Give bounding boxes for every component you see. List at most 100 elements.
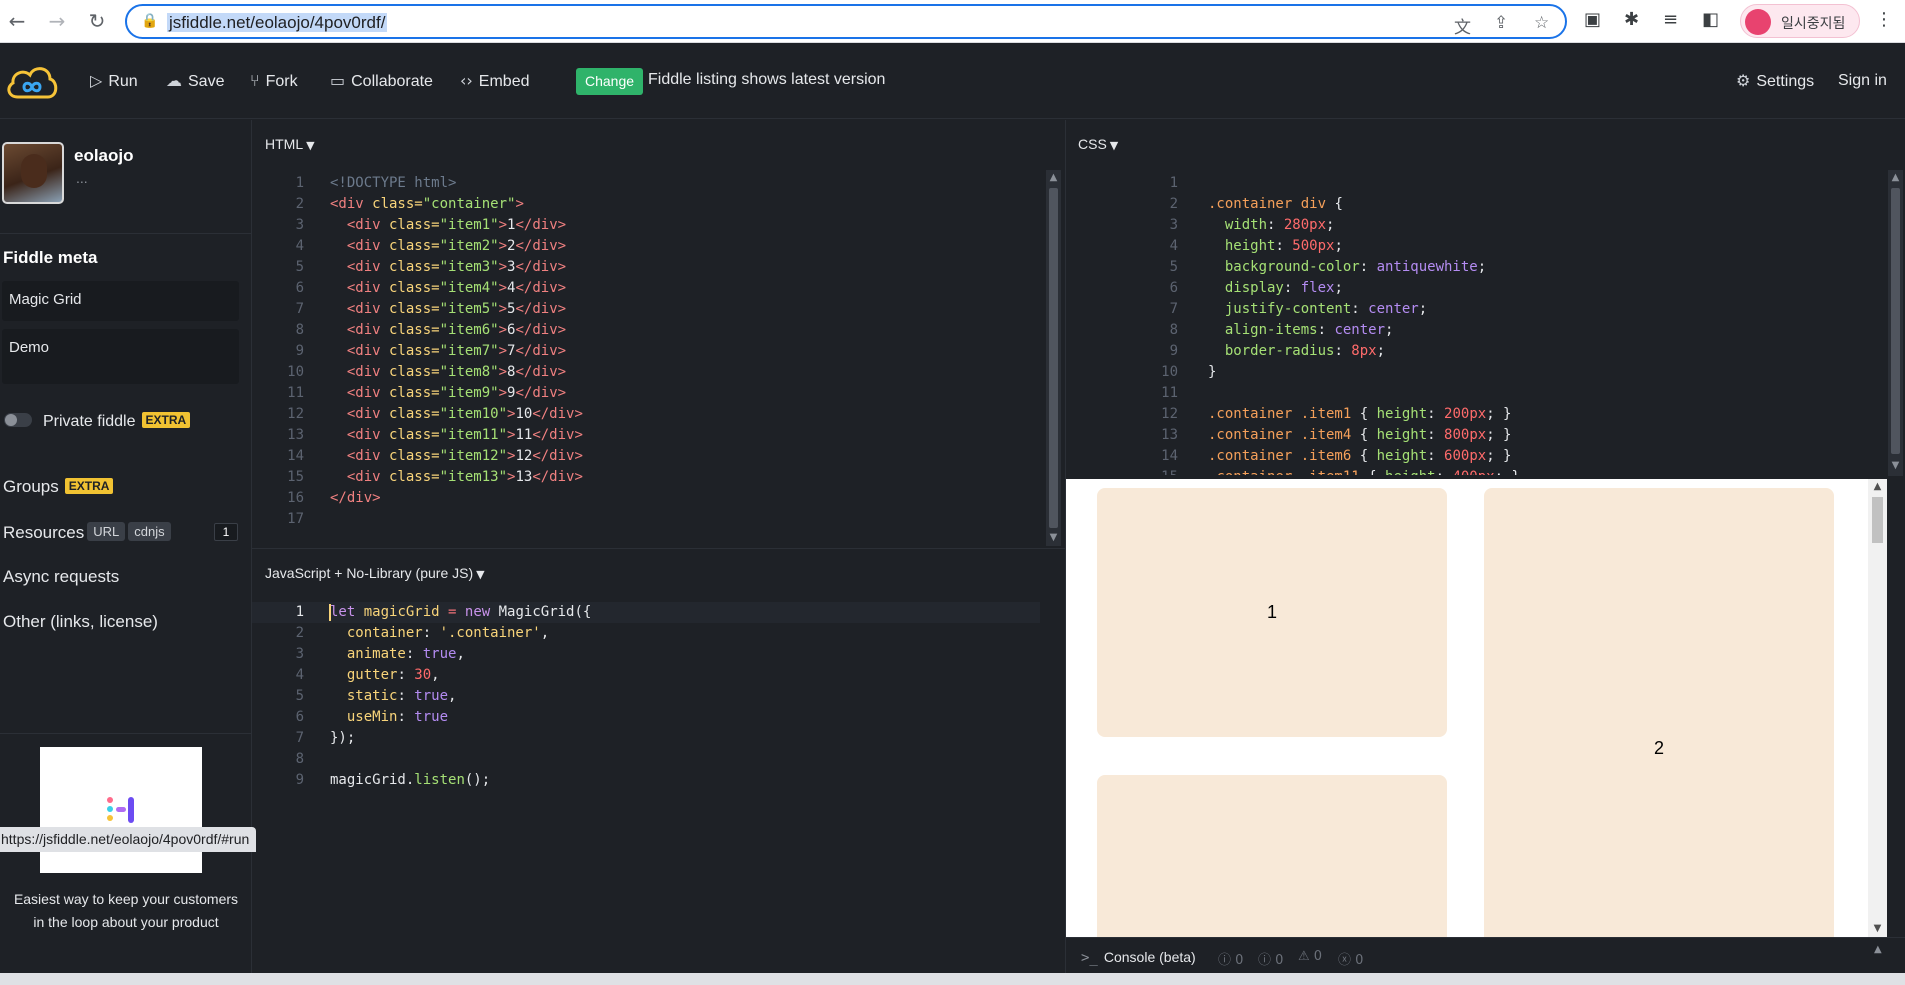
css-scrollbar[interactable]: ▲ ▼ — [1888, 170, 1903, 476]
code-text: gutter: 30, — [346, 667, 440, 683]
chat-icon: ▭ — [330, 71, 346, 90]
async-requests-section[interactable]: Async requests — [3, 567, 119, 587]
scroll-down-icon[interactable]: ▼ — [1046, 532, 1061, 543]
html-editor[interactable]: 1 <!DOCTYPE html> 2 <div class="container">… — [268, 173, 1038, 533]
scroll-up-icon[interactable]: ▲ — [1874, 944, 1882, 955]
embed-button[interactable]: ‹› Embed — [460, 70, 530, 92]
code-text: <div class="item8">8</div> — [346, 364, 567, 380]
code-text: useMin: true — [346, 709, 449, 725]
extensions-icon[interactable]: ✱ — [1624, 9, 1639, 30]
js-editor[interactable]: 1 let magicGrid = new MagicGrid({2 contai… — [268, 602, 1038, 802]
share-icon[interactable]: ⇪ — [1494, 13, 1508, 33]
result-scrollbar[interactable]: ▲ ▼ — [1868, 479, 1887, 937]
line-number: 8 — [295, 322, 304, 338]
username[interactable]: eolaojo — [74, 146, 134, 166]
scroll-thumb[interactable] — [1872, 497, 1883, 543]
console-title[interactable]: >_ Console (beta) — [1081, 949, 1196, 966]
line-number: 8 — [1169, 322, 1178, 338]
right-gutter — [1887, 479, 1905, 937]
resources-section[interactable]: Resources URL cdnjs — [3, 522, 171, 543]
code-text: }); — [330, 730, 356, 746]
url-chip[interactable]: URL — [87, 522, 126, 541]
sponsor-logo-icon — [107, 797, 134, 823]
css-editor-viewport: 1 2 .container div {3 width: 280px; 4 heigh… — [1066, 173, 1886, 475]
line-number: 13 — [287, 427, 304, 443]
grid-item-1: 1 — [1097, 488, 1447, 737]
fork-button[interactable]: ⑂ Fork — [250, 70, 298, 92]
line-number: 14 — [287, 448, 304, 464]
line-number: 7 — [295, 730, 304, 746]
html-panel-title[interactable]: HTML ▼ — [265, 136, 315, 152]
text-cursor — [329, 604, 331, 621]
run-button[interactable]: ▷ Run — [90, 70, 138, 92]
change-button[interactable]: Change — [576, 68, 644, 95]
play-icon: ▷ — [90, 71, 103, 90]
jsfiddle-logo[interactable] — [4, 61, 60, 103]
scroll-up-icon[interactable]: ▲ — [1046, 172, 1061, 183]
other-section[interactable]: Other (links, license) — [3, 612, 158, 632]
line-number: 1 — [1169, 175, 1178, 191]
sign-in-link[interactable]: Sign in — [1838, 70, 1887, 92]
line-number: 7 — [1169, 301, 1178, 317]
code-text: <div class="item6">6</div> — [346, 322, 567, 338]
line-number: 4 — [295, 238, 304, 254]
private-fiddle-toggle[interactable] — [4, 413, 32, 427]
line-number: 5 — [295, 259, 304, 275]
line-number: 2 — [295, 625, 304, 641]
scroll-thumb[interactable] — [1049, 188, 1058, 528]
js-panel-title[interactable]: JavaScript + No-Library (pure JS) ▼ — [265, 565, 485, 581]
scroll-up-icon[interactable]: ▲ — [1888, 172, 1903, 183]
code-text: <div class="item1">1</div> — [346, 217, 567, 233]
address-bar[interactable]: 🔒 jsfiddle.net/eolaojo/4pov0rdf/ 文 ⇪ ☆ — [125, 4, 1567, 39]
menu-kebab-icon[interactable]: ⋮ — [1875, 9, 1893, 30]
bookmark-star-icon[interactable]: ☆ — [1534, 13, 1549, 33]
line-number: 9 — [295, 772, 304, 788]
sponsor-text[interactable]: Easiest way to keep your customers in the… — [0, 888, 252, 934]
css-editor[interactable]: 1 2 .container div {3 width: 280px; 4 heigh… — [1118, 173, 1878, 475]
profile-chip[interactable]: 일시중지됨 — [1740, 4, 1860, 38]
profile-avatar — [1745, 9, 1771, 35]
groups-section[interactable]: Groups EXTRA — [3, 477, 114, 497]
line-number: 6 — [295, 280, 304, 296]
avatar[interactable] — [2, 142, 64, 204]
forward-icon[interactable]: → — [44, 8, 70, 34]
css-panel-title[interactable]: CSS ▼ — [1078, 136, 1118, 152]
fiddle-title-input[interactable]: Magic Grid — [2, 281, 239, 321]
console-info-count: ⓘ 0 — [1258, 953, 1284, 968]
code-text: justify-content: center; — [1224, 301, 1428, 317]
sponsor-ad[interactable] — [40, 747, 202, 873]
code-text: <div class="item9">9</div> — [346, 385, 567, 401]
code-text: .container div { — [1208, 196, 1343, 212]
extra-badge: EXTRA — [141, 412, 191, 428]
scroll-down-icon[interactable]: ▼ — [1868, 923, 1887, 934]
media-icon[interactable]: ▣ — [1584, 9, 1601, 30]
code-text: <div class="item2">2</div> — [346, 238, 567, 254]
collaborate-button[interactable]: ▭ Collaborate — [330, 70, 433, 92]
code-text: container: '.container', — [346, 625, 550, 641]
scroll-down-icon[interactable]: ▼ — [1888, 460, 1903, 471]
console-bar[interactable]: >_ Console (beta) ⓘ 0 ⓘ 0 ⚠ 0 ⓧ 0 ▲ — [1066, 937, 1905, 971]
cdnjs-chip[interactable]: cdnjs — [128, 522, 171, 541]
line-number: 1 — [295, 175, 304, 191]
scroll-up-icon[interactable]: ▲ — [1868, 481, 1887, 492]
save-button[interactable]: ☁ Save — [166, 70, 224, 92]
fiddle-description-input[interactable]: Demo — [2, 329, 239, 384]
code-text: <div class="item12">12</div> — [346, 448, 583, 464]
reading-list-icon[interactable]: ≡ — [1663, 9, 1678, 30]
side-panel-icon[interactable]: ◧ — [1702, 9, 1719, 30]
line-number: 4 — [1169, 238, 1178, 254]
grid-item-2: 2 — [1484, 488, 1834, 937]
back-icon[interactable]: ← — [4, 8, 30, 34]
translate-icon[interactable]: 文 — [1454, 13, 1471, 38]
line-number: 17 — [287, 511, 304, 527]
lock-icon: 🔒 — [141, 13, 159, 29]
reload-icon[interactable]: ↻ — [84, 8, 110, 34]
address-url[interactable]: jsfiddle.net/eolaojo/4pov0rdf/ — [167, 13, 388, 33]
result-preview: 1 2 — [1066, 479, 1868, 937]
status-url-tooltip: https://jsfiddle.net/eolaojo/4pov0rdf/#r… — [0, 827, 257, 852]
html-scrollbar[interactable]: ▲ ▼ — [1046, 170, 1061, 546]
settings-button[interactable]: ⚙ Settings — [1736, 70, 1814, 92]
code-text: <div class="item10">10</div> — [346, 406, 583, 422]
scroll-thumb[interactable] — [1891, 188, 1900, 454]
fiddle-meta-heading: Fiddle meta — [3, 248, 98, 267]
